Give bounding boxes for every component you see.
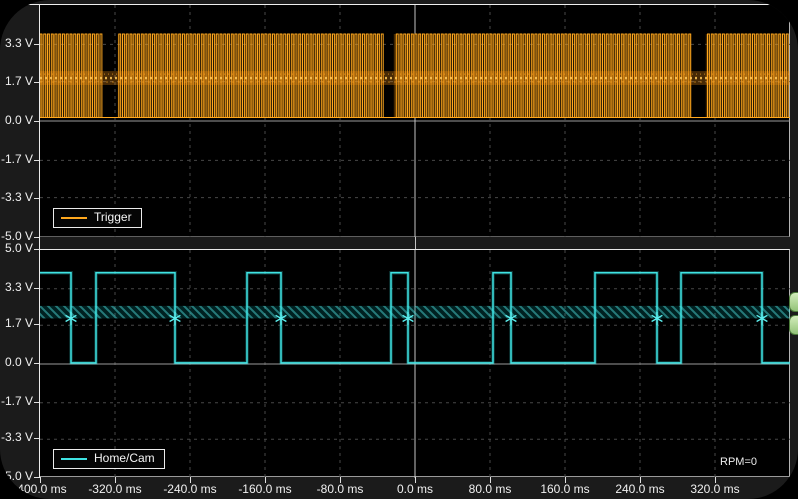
x-tick-label: -160.0 ms (223, 482, 307, 496)
side-panel-handle-button-2[interactable] (789, 315, 798, 335)
x-tick-mark (490, 477, 491, 483)
x-tick-mark (340, 477, 341, 483)
y-tick-label: -1.7 V (0, 395, 33, 408)
y-tick-mark (34, 249, 39, 250)
y-tick-mark (34, 237, 39, 238)
y-tick-mark (34, 121, 39, 122)
cam-threshold-band (40, 306, 790, 319)
trigger-line-sample (61, 217, 87, 219)
x-tick-label: 0.0 ms (373, 482, 457, 496)
x-tick-mark (415, 477, 416, 483)
trigger-waveform-panel[interactable]: Trigger (40, 5, 790, 237)
y-tick-mark (34, 44, 39, 45)
x-tick-label: 160.0 ms (523, 482, 607, 496)
oscilloscope-screen: Trigger Home/Cam RPM=0 3.3 V 1.7 V 0.0 V -1… (0, 0, 798, 499)
y-axis-line (39, 4, 40, 478)
x-tick-mark (265, 477, 266, 483)
zero-time-cursor-segment (415, 237, 416, 249)
x-tick-mark (640, 477, 641, 483)
y-tick-label: -1.7 V (0, 153, 33, 166)
x-tick-label: 240.0 ms (598, 482, 682, 496)
cam-line-sample (61, 458, 87, 460)
rpm-status: RPM=0 (720, 456, 757, 468)
x-tick-label: 80.0 ms (448, 482, 532, 496)
y-tick-mark (34, 438, 39, 439)
x-tick-mark (40, 477, 41, 483)
x-tick-label: -80.0 ms (298, 482, 382, 496)
y-tick-label: 0.0 V (0, 356, 33, 369)
legend-trigger-label: Trigger (94, 210, 132, 225)
x-tick-mark (115, 477, 116, 483)
x-tick-label: 320.0 ms (673, 482, 757, 496)
y-tick-label: 1.7 V (0, 75, 33, 88)
y-tick-mark (34, 288, 39, 289)
x-tick-mark (715, 477, 716, 483)
x-tick-mark (565, 477, 566, 483)
y-tick-mark (34, 363, 39, 364)
y-tick-label: -3.3 V (0, 191, 33, 204)
x-tick-label: -240.0 ms (148, 482, 232, 496)
y-tick-mark (34, 324, 39, 325)
y-tick-mark (34, 82, 39, 83)
trigger-plot (40, 5, 790, 237)
y-tick-label: 1.7 V (0, 317, 33, 330)
x-tick-label: -400.0 ms (0, 482, 82, 496)
x-tick-mark (190, 477, 191, 483)
side-panel-handle-button-1[interactable] (789, 292, 798, 312)
legend-trigger[interactable]: Trigger (53, 208, 142, 228)
y-tick-mark (34, 402, 39, 403)
cam-plot (40, 250, 790, 478)
scope-app-window: Trigger Home/Cam RPM=0 3.3 V 1.7 V 0.0 V -1… (0, 0, 798, 499)
y-tick-label: 3.3 V (0, 37, 33, 50)
y-tick-mark (34, 198, 39, 199)
y-tick-label: 3.3 V (0, 281, 33, 294)
y-tick-label: 5.0 V (0, 242, 33, 255)
legend-home-cam-label: Home/Cam (94, 451, 155, 466)
y-tick-mark (34, 477, 39, 478)
cam-waveform-panel[interactable]: Home/Cam RPM=0 (40, 249, 790, 477)
y-tick-label: 0.0 V (0, 114, 33, 127)
y-tick-label: -3.3 V (0, 431, 33, 444)
y-tick-mark (34, 160, 39, 161)
legend-home-cam[interactable]: Home/Cam (53, 449, 165, 469)
x-tick-label: -320.0 ms (73, 482, 157, 496)
